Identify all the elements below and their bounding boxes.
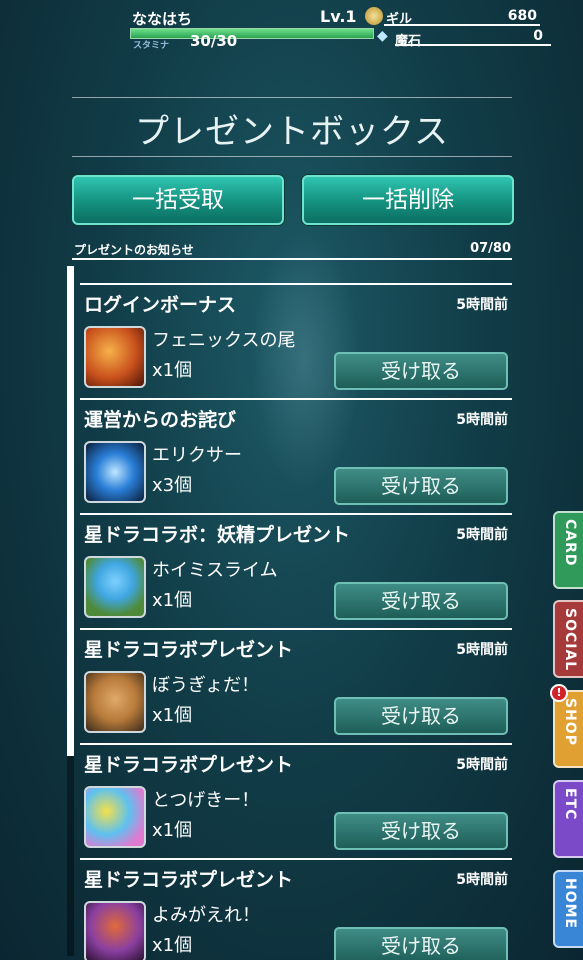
item-time: 5時間前: [456, 412, 508, 428]
item-quantity: x1個: [152, 590, 193, 611]
title-top-rule: [72, 97, 512, 98]
item-time: 5時間前: [456, 297, 508, 313]
receive-all-button[interactable]: 一括受取: [72, 175, 284, 225]
item-title: ログインボーナス: [84, 294, 237, 316]
magic-stone-label: 魔石: [395, 34, 422, 49]
page-title: プレゼントボックス: [135, 112, 449, 152]
side-tab-home[interactable]: HOME: [553, 870, 583, 948]
slimes-icon: [84, 786, 146, 848]
item-name: フェニックスの尾: [152, 330, 296, 351]
side-tab-social[interactable]: SOCIAL: [553, 600, 583, 678]
side-tab-label: ETC: [562, 788, 578, 821]
item-quantity: x1個: [152, 935, 193, 956]
notice-rule: [72, 258, 512, 260]
elixir-icon: [84, 441, 146, 503]
receive-button[interactable]: 受け取る: [334, 697, 508, 735]
item-name: ぼうぎょだ！: [152, 675, 260, 696]
delete-all-button[interactable]: 一括削除: [302, 175, 514, 225]
stamina-value: 30/30: [190, 32, 238, 50]
item-divider: [80, 628, 512, 630]
side-tab-etc[interactable]: ETC: [553, 780, 583, 858]
present-item: 星ドラコラボ：妖精プレゼント 5時間前 ホイミスライム x1個 受け取る: [80, 510, 512, 625]
present-item: 星ドラコラボプレゼント 5時間前 ぼうぎょだ！ x1個 受け取る: [80, 625, 512, 740]
item-quantity: x1個: [152, 705, 193, 726]
present-item: 星ドラコラボプレゼント 5時間前 よみがえれ！ x1個 受け取る: [80, 855, 512, 960]
side-tab-label: HOME: [562, 878, 578, 930]
item-name: エリクサー: [152, 445, 242, 466]
side-tab-card[interactable]: CARD: [553, 511, 583, 589]
item-title: 星ドラコラボプレゼント: [84, 639, 294, 661]
item-time: 5時間前: [456, 527, 508, 543]
item-title: 星ドラコラボ：妖精プレゼント: [84, 524, 351, 546]
magic-stone-value: 0: [533, 28, 543, 44]
item-divider: [80, 513, 512, 515]
side-tab-label: SOCIAL: [562, 608, 578, 672]
present-item: 運営からのお詫び 5時間前 エリクサー x3個 受け取る: [80, 395, 512, 510]
title-bottom-rule: [72, 156, 512, 157]
item-divider: [80, 398, 512, 400]
item-time: 5時間前: [456, 642, 508, 658]
gil-value: 680: [507, 8, 537, 24]
phoenix-down-icon: [84, 326, 146, 388]
item-name: とつげきー！: [152, 790, 260, 811]
item-title: 星ドラコラボプレゼント: [84, 754, 294, 776]
item-title: 星ドラコラボプレゼント: [84, 869, 294, 891]
player-level: Lv.1: [320, 7, 357, 26]
item-time: 5時間前: [456, 872, 508, 888]
side-tab-label: CARD: [562, 519, 578, 567]
item-quantity: x3個: [152, 475, 193, 496]
item-quantity: x1個: [152, 820, 193, 841]
item-divider: [80, 283, 512, 285]
gil-coin-icon: [365, 7, 383, 25]
receive-button[interactable]: 受け取る: [334, 927, 508, 960]
stamina-label: スタミナ: [133, 41, 170, 51]
item-title: 運営からのお詫び: [84, 409, 237, 431]
dragon-icon: [84, 901, 146, 960]
receive-button[interactable]: 受け取る: [334, 467, 508, 505]
notice-label: プレゼントのお知らせ: [74, 243, 194, 257]
item-divider: [80, 858, 512, 860]
present-item: 星ドラコラボプレゼント 5時間前 とつげきー！ x1個 受け取る: [80, 740, 512, 855]
notice-count: 07/80: [470, 241, 511, 256]
scrollbar-thumb[interactable]: [67, 266, 74, 756]
receive-button[interactable]: 受け取る: [334, 812, 508, 850]
magic-stone-underline: [395, 44, 551, 46]
item-quantity: x1個: [152, 360, 193, 381]
side-tab-label: SHOP: [562, 698, 578, 746]
present-list: ログインボーナス 5時間前 フェニックスの尾 x1個 受け取る 運営からのお詫び…: [80, 280, 512, 960]
item-name: ホイミスライム: [152, 560, 278, 581]
item-name: よみがえれ！: [152, 905, 260, 926]
player-name: ななはち: [132, 10, 193, 28]
magic-stone-icon: ◆: [377, 28, 388, 44]
item-divider: [80, 743, 512, 745]
present-item: ログインボーナス 5時間前 フェニックスの尾 x1個 受け取る: [80, 280, 512, 395]
item-time: 5時間前: [456, 757, 508, 773]
receive-button[interactable]: 受け取る: [334, 582, 508, 620]
gil-underline: [384, 24, 540, 26]
golem-icon: [84, 671, 146, 733]
receive-button[interactable]: 受け取る: [334, 352, 508, 390]
healslime-icon: [84, 556, 146, 618]
shop-notification-badge: !: [550, 684, 568, 702]
